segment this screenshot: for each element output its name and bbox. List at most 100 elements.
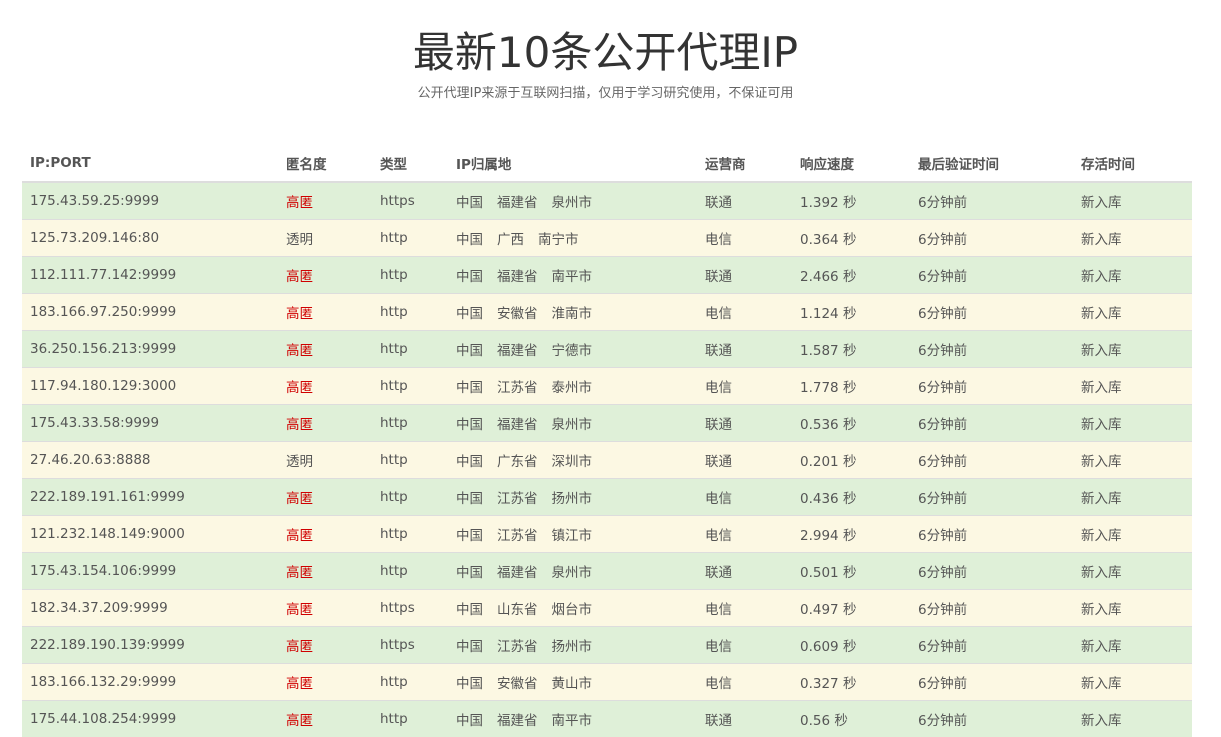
location-province: 福建省: [497, 343, 538, 359]
table-header: IP:PORT 匿名度 类型 IP归属地 运营商 响应速度 最后验证时间 存活时…: [22, 145, 1192, 183]
cell-alive-time: 新入库: [1073, 589, 1192, 627]
cell-isp: 联通: [697, 404, 792, 442]
cell-last-verified: 6分钟前: [910, 700, 1073, 737]
cell-ip-port: 222.189.191.161:9999: [22, 478, 278, 516]
location-province: 广东省: [497, 454, 538, 470]
header-speed: 响应速度: [792, 145, 910, 183]
cell-anonymity: 高匿: [278, 663, 372, 701]
cell-alive-time: 新入库: [1073, 441, 1192, 479]
cell-type: http: [372, 700, 448, 737]
cell-location: 中国 广西 南宁市: [448, 219, 697, 257]
page-subtitle: 公开代理IP来源于互联网扫描，仅用于学习研究使用，不保证可用: [417, 86, 794, 101]
cell-anonymity: 高匿: [278, 515, 372, 553]
cell-location: 中国 山东省 烟台市: [448, 589, 697, 627]
cell-type: http: [372, 515, 448, 553]
location-city: 扬州市: [551, 491, 593, 507]
location-country: 中国: [456, 676, 483, 692]
header-alive-time: 存活时间: [1073, 145, 1192, 183]
location-country: 中国: [456, 713, 483, 729]
location-country: 中国: [456, 528, 483, 544]
location-province: 福建省: [497, 269, 538, 285]
cell-ip-port: 183.166.97.250:9999: [22, 293, 278, 331]
cell-type: http: [372, 663, 448, 701]
cell-ip-port: 175.43.154.106:9999: [22, 552, 278, 590]
table-row: 222.189.190.139:9999 高匿 https 中国 江苏省 扬州市 电信 0.6…: [22, 626, 1192, 664]
cell-ip-port: 112.111.77.142:9999: [22, 256, 278, 294]
location-province: 广西: [497, 232, 524, 248]
cell-speed: 0.497 秒: [792, 589, 910, 627]
cell-anonymity: 高匿: [278, 181, 372, 220]
cell-isp: 联通: [697, 441, 792, 479]
cell-location: 中国 江苏省 扬州市: [448, 626, 697, 664]
table-row: 117.94.180.129:3000 高匿 http 中国 江苏省 泰州市 电信 1.778…: [22, 367, 1192, 405]
location-country: 中国: [456, 269, 483, 285]
cell-location: 中国 江苏省 泰州市: [448, 367, 697, 405]
location-city: 镇江市: [551, 528, 593, 544]
location-city: 黄山市: [551, 676, 593, 692]
location-city: 扬州市: [551, 639, 593, 655]
cell-anonymity: 透明: [278, 219, 372, 257]
header-location: IP归属地: [448, 145, 697, 183]
location-province: 山东省: [497, 602, 538, 618]
cell-ip-port: 175.44.108.254:9999: [22, 700, 278, 737]
location-city: 烟台市: [551, 602, 593, 618]
cell-anonymity: 透明: [278, 441, 372, 479]
cell-speed: 2.994 秒: [792, 515, 910, 553]
location-city: 宁德市: [551, 343, 593, 359]
cell-type: http: [372, 367, 448, 405]
cell-location: 中国 江苏省 扬州市: [448, 478, 697, 516]
table-row: 222.189.191.161:9999 高匿 http 中国 江苏省 扬州市 电信 0.43…: [22, 478, 1192, 516]
cell-location: 中国 江苏省 镇江市: [448, 515, 697, 553]
header-isp: 运营商: [697, 145, 792, 183]
cell-anonymity: 高匿: [278, 700, 372, 737]
location-city: 南平市: [551, 269, 593, 285]
header-type: 类型: [372, 145, 448, 183]
cell-speed: 1.392 秒: [792, 181, 910, 220]
table-header-row: IP:PORT 匿名度 类型 IP归属地 运营商 响应速度 最后验证时间 存活时…: [22, 145, 1192, 183]
cell-isp: 电信: [697, 515, 792, 553]
cell-anonymity: 高匿: [278, 552, 372, 590]
location-country: 中国: [456, 417, 483, 433]
cell-last-verified: 6分钟前: [910, 589, 1073, 627]
cell-last-verified: 6分钟前: [910, 404, 1073, 442]
cell-type: https: [372, 589, 448, 627]
cell-last-verified: 6分钟前: [910, 478, 1073, 516]
cell-type: http: [372, 330, 448, 368]
cell-anonymity: 高匿: [278, 404, 372, 442]
table-row: 183.166.132.29:9999 高匿 http 中国 安徽省 黄山市 电信 0.327…: [22, 663, 1192, 701]
cell-anonymity: 高匿: [278, 589, 372, 627]
cell-isp: 电信: [697, 663, 792, 701]
cell-alive-time: 新入库: [1073, 515, 1192, 553]
cell-alive-time: 新入库: [1073, 367, 1192, 405]
cell-isp: 电信: [697, 478, 792, 516]
cell-isp: 电信: [697, 219, 792, 257]
cell-location: 中国 福建省 泉州市: [448, 404, 697, 442]
cell-location: 中国 福建省 泉州市: [448, 552, 697, 590]
table-row: 175.43.154.106:9999 高匿 http 中国 福建省 泉州市 联通 0.501…: [22, 552, 1192, 590]
cell-type: http: [372, 293, 448, 331]
cell-type: http: [372, 219, 448, 257]
table-row: 175.43.59.25:9999 高匿 https 中国 福建省 泉州市 联通 1.392 …: [22, 181, 1192, 220]
cell-type: https: [372, 626, 448, 664]
cell-last-verified: 6分钟前: [910, 330, 1073, 368]
table-row: 175.43.33.58:9999 高匿 http 中国 福建省 泉州市 联通 0.536 秒…: [22, 404, 1192, 442]
cell-alive-time: 新入库: [1073, 626, 1192, 664]
location-city: 南平市: [551, 713, 593, 729]
table-row: 121.232.148.149:9000 高匿 http 中国 江苏省 镇江市 电信 2.99…: [22, 515, 1192, 553]
location-province: 福建省: [497, 195, 538, 211]
location-province: 江苏省: [497, 491, 538, 507]
cell-anonymity: 高匿: [278, 478, 372, 516]
cell-alive-time: 新入库: [1073, 256, 1192, 294]
cell-ip-port: 36.250.156.213:9999: [22, 330, 278, 368]
cell-last-verified: 6分钟前: [910, 219, 1073, 257]
cell-type: http: [372, 441, 448, 479]
cell-alive-time: 新入库: [1073, 404, 1192, 442]
cell-last-verified: 6分钟前: [910, 626, 1073, 664]
cell-ip-port: 117.94.180.129:3000: [22, 367, 278, 405]
table-row: 27.46.20.63:8888 透明 http 中国 广东省 深圳市 联通 0.201 秒6…: [22, 441, 1192, 479]
location-city: 泰州市: [551, 380, 593, 396]
location-province: 江苏省: [497, 639, 538, 655]
cell-type: http: [372, 478, 448, 516]
location-country: 中国: [456, 195, 483, 211]
location-country: 中国: [456, 454, 483, 470]
